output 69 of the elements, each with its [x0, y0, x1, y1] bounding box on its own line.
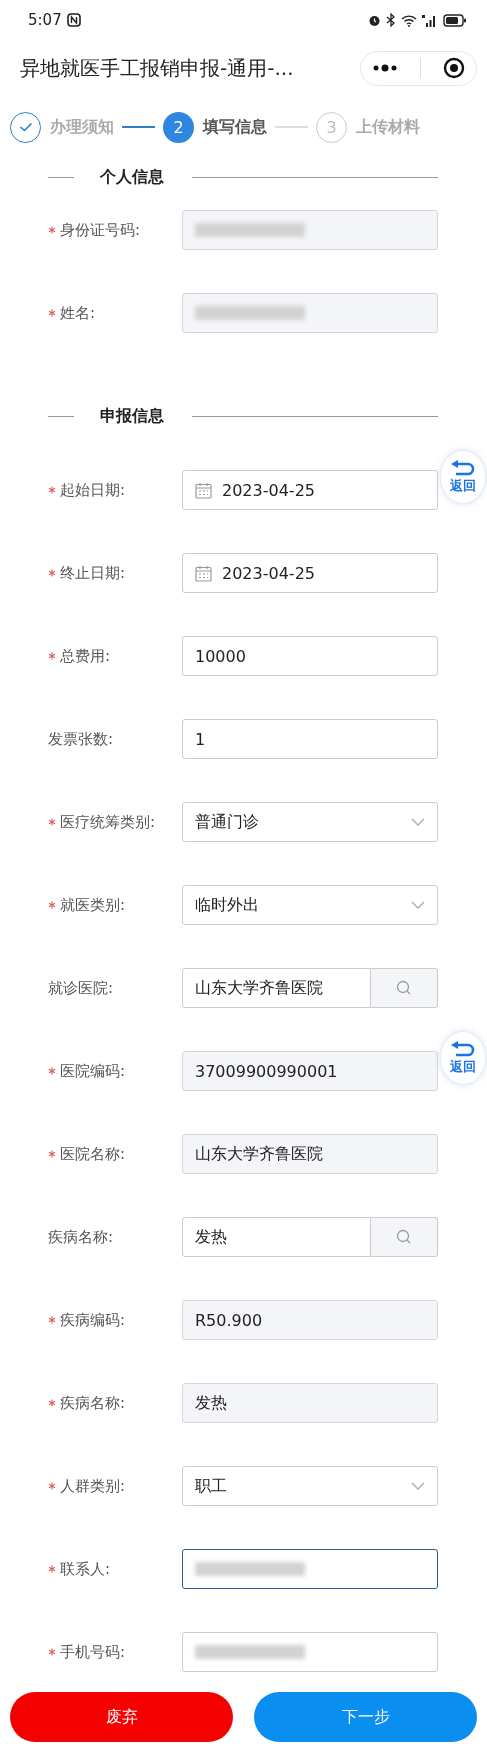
- field-label: 医院名称:: [60, 1144, 126, 1164]
- return-arrow-icon: [450, 459, 476, 476]
- field-label: 疾病名称:: [60, 1393, 126, 1413]
- step-label: 办理须知: [50, 116, 114, 138]
- field-value: 临时外出: [195, 894, 259, 916]
- field-label: 总费用:: [60, 646, 111, 666]
- section-title: 个人信息: [99, 166, 165, 188]
- field-label: 起始日期:: [60, 480, 126, 500]
- bluetooth-icon: [386, 13, 396, 27]
- input-field[interactable]: 普通门诊: [182, 802, 438, 842]
- status-time: 5:07: [28, 11, 62, 29]
- field-label: 就诊医院:: [48, 978, 114, 998]
- field-label: 人群类别:: [60, 1476, 126, 1496]
- step-label: 填写信息: [203, 116, 267, 138]
- field-label: 疾病编码:: [60, 1310, 126, 1330]
- chevron-down-icon: [411, 1482, 425, 1490]
- battery-icon: [443, 13, 467, 27]
- input-field[interactable]: 职工: [182, 1466, 438, 1506]
- discard-button[interactable]: 废弃: [10, 1692, 233, 1742]
- input-field[interactable]: 1: [182, 719, 438, 759]
- input-field[interactable]: [182, 1549, 438, 1589]
- input-field[interactable]: 临时外出: [182, 885, 438, 925]
- input-field[interactable]: 10000: [182, 636, 438, 676]
- field-value: 发热: [195, 1226, 227, 1248]
- field-value: 37009900990001: [195, 1061, 338, 1081]
- field-value: 山东大学齐鲁医院: [195, 1143, 323, 1165]
- more-icon[interactable]: [372, 64, 398, 72]
- field-label: 终止日期:: [60, 563, 126, 583]
- field-label: 姓名:: [60, 303, 96, 323]
- check-icon: [18, 122, 33, 132]
- chevron-down-icon: [411, 901, 425, 909]
- field-value: 发热: [195, 1392, 227, 1414]
- return-arrow-icon: [450, 1040, 476, 1057]
- close-icon[interactable]: [443, 57, 465, 79]
- field-label: 联系人:: [60, 1559, 111, 1579]
- calendar-icon: [195, 481, 212, 499]
- field-label: 手机号码:: [60, 1642, 126, 1662]
- step-marker[interactable]: 2: [163, 111, 194, 143]
- calendar-icon: [195, 564, 212, 582]
- wifi-icon: [401, 13, 417, 27]
- signal-icon: [422, 13, 438, 27]
- input-field[interactable]: 发热: [182, 1217, 371, 1257]
- return-button[interactable]: 返回: [440, 450, 486, 504]
- field-label: 发票张数:: [48, 729, 114, 749]
- field-value: 2023-04-25: [222, 480, 315, 500]
- search-icon: [396, 1229, 412, 1245]
- field-value: R50.900: [195, 1310, 263, 1330]
- input-field[interactable]: 2023-04-25: [182, 553, 438, 593]
- field-label: 医疗统筹类别:: [60, 812, 156, 832]
- chevron-down-icon: [411, 818, 425, 826]
- field-label: 医院编码:: [60, 1061, 126, 1081]
- input-field[interactable]: 2023-04-25: [182, 470, 438, 510]
- field-value: 2023-04-25: [222, 563, 315, 583]
- section-title: 申报信息: [99, 405, 165, 427]
- field-value: 1: [195, 729, 206, 749]
- field-label: 身份证号码:: [60, 220, 141, 240]
- field-value: 10000: [195, 646, 246, 666]
- return-button[interactable]: 返回: [440, 1031, 486, 1085]
- search-icon: [396, 980, 412, 996]
- field-value: 普通门诊: [195, 811, 259, 833]
- field-label: 就医类别:: [60, 895, 126, 915]
- field-value: 山东大学齐鲁医院: [195, 977, 323, 999]
- field-value: 职工: [195, 1475, 227, 1497]
- field-label: 疾病名称:: [48, 1227, 114, 1247]
- step-label: 上传材料: [356, 116, 420, 138]
- alarm-icon: [368, 13, 381, 27]
- page-title: 异地就医手工报销申报-通用-...: [20, 54, 294, 82]
- input-field[interactable]: 山东大学齐鲁医院: [182, 968, 371, 1008]
- nfc-icon: [66, 13, 81, 27]
